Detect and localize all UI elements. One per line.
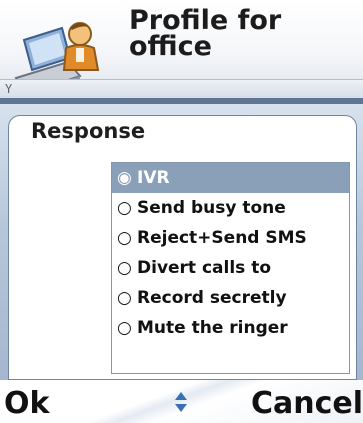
option-divert-calls-to[interactable]: ○ Divert calls to xyxy=(112,253,349,283)
page-title: Profile for office xyxy=(129,5,282,62)
scroll-updown-icon[interactable] xyxy=(173,390,189,414)
response-label: Response xyxy=(31,119,146,143)
option-label: Divert calls to xyxy=(137,258,272,278)
option-mute-the-ringer[interactable]: ○ Mute the ringer xyxy=(112,313,349,343)
option-record-secretly[interactable]: ○ Record secretly xyxy=(112,283,349,313)
softkey-bar: Ok Cancel xyxy=(0,380,363,423)
option-label: Mute the ringer xyxy=(137,318,288,338)
option-label: Record secretly xyxy=(137,288,287,308)
cancel-softkey[interactable]: Cancel xyxy=(251,387,363,421)
radio-empty-icon: ○ xyxy=(117,258,132,278)
option-reject-send-sms[interactable]: ○ Reject+Send SMS xyxy=(112,223,349,253)
phone-screen: Profile for office Y Response ◉ IVR ○ Send… xyxy=(0,0,363,423)
radio-empty-icon: ○ xyxy=(117,228,132,248)
signal-strip: Y xyxy=(0,79,363,99)
radio-selected-icon: ◉ xyxy=(117,168,132,188)
radio-empty-icon: ○ xyxy=(117,198,132,218)
option-label: Reject+Send SMS xyxy=(137,228,307,248)
option-ivr[interactable]: ◉ IVR xyxy=(112,163,349,193)
option-label: Send busy tone xyxy=(137,198,286,218)
ok-softkey[interactable]: Ok xyxy=(4,387,49,421)
response-options-list[interactable]: ◉ IVR ○ Send busy tone ○ Reject+Send SMS ○ D… xyxy=(111,162,350,374)
main-content: Response ◉ IVR ○ Send busy tone ○ Reject+Se… xyxy=(0,98,363,380)
radio-empty-icon: ○ xyxy=(117,318,132,338)
option-label: IVR xyxy=(137,168,170,188)
signal-strength-icon: Y xyxy=(5,82,13,96)
radio-empty-icon: ○ xyxy=(117,288,132,308)
option-send-busy-tone[interactable]: ○ Send busy tone xyxy=(112,193,349,223)
title-bar: Profile for office Y xyxy=(0,0,363,100)
panel-divider xyxy=(0,98,363,104)
